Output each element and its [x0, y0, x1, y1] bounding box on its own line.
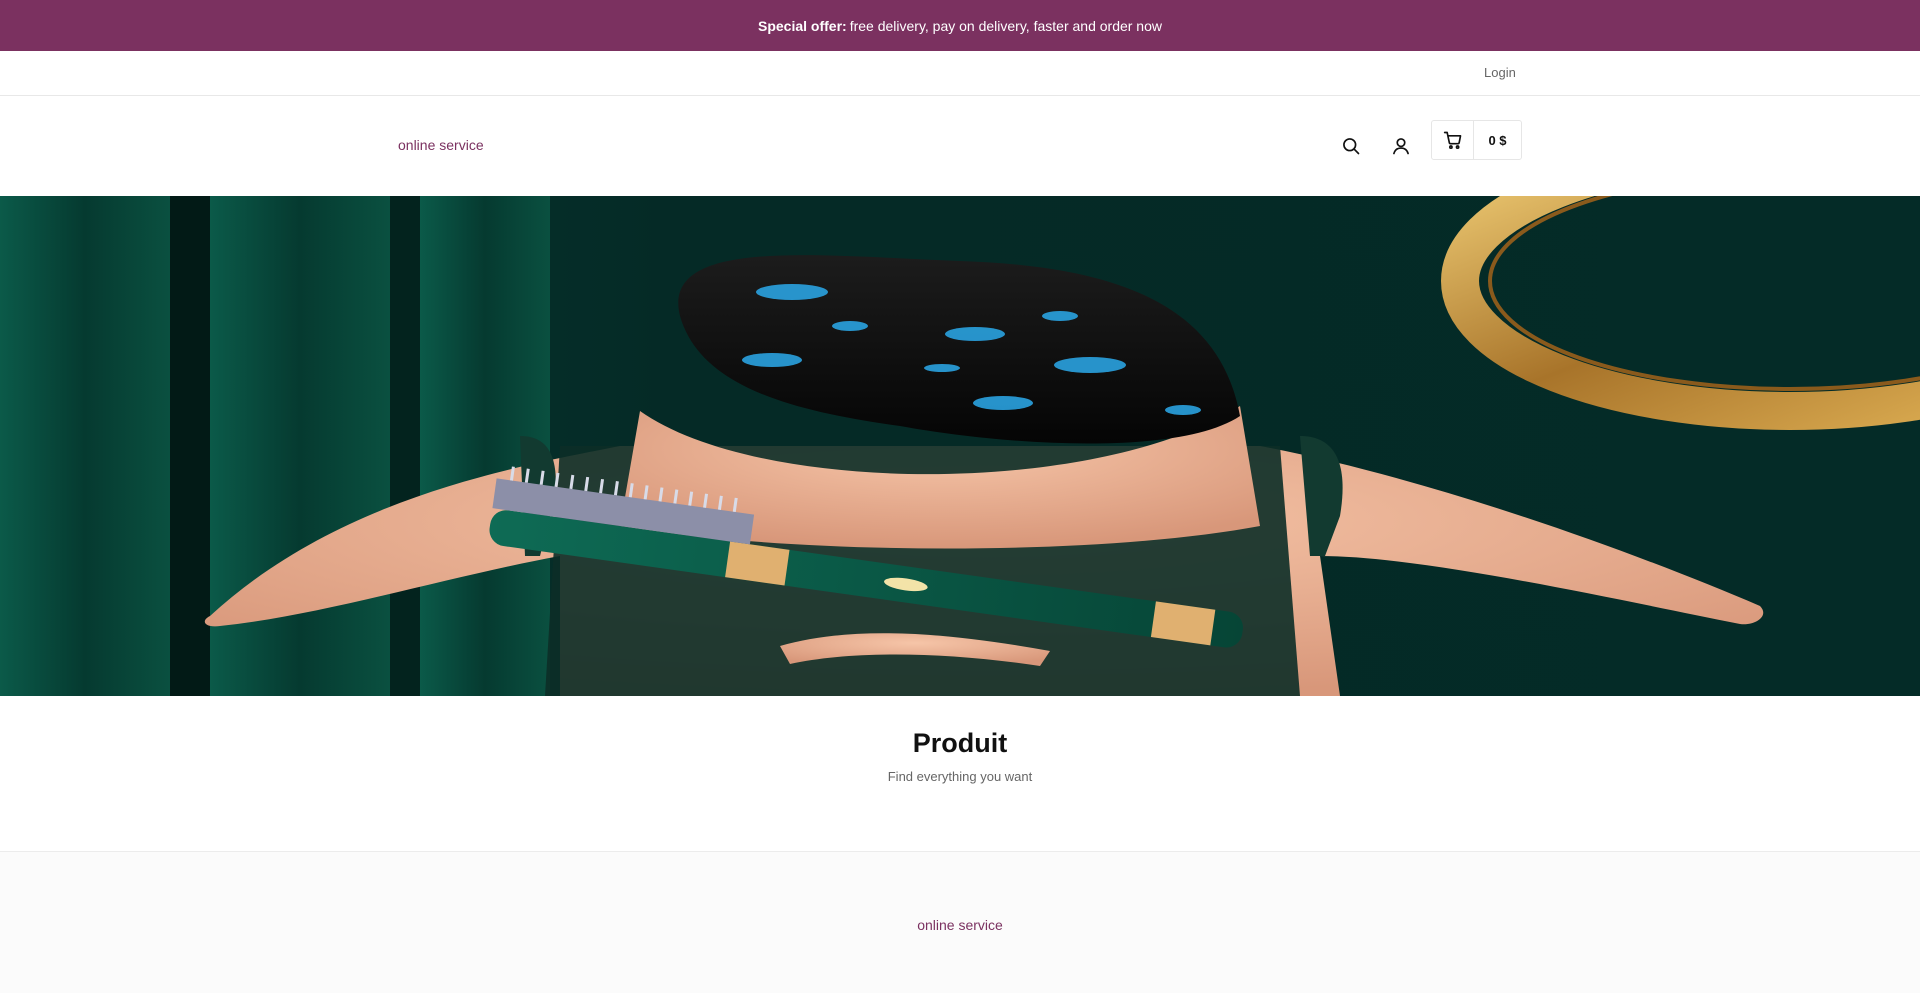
site-header: online service 0 $ — [0, 96, 1920, 196]
top-bar: Login — [0, 51, 1920, 96]
search-icon — [1343, 138, 1360, 155]
search-button[interactable] — [1333, 128, 1369, 164]
user-icon — [1393, 138, 1409, 155]
hero-image — [0, 196, 1920, 696]
hero-banner — [0, 196, 1920, 696]
announcement-text: free delivery, pay on delivery, faster a… — [849, 17, 1162, 34]
intro-section: Produit Find everything you want — [0, 696, 1920, 852]
login-link[interactable]: Login — [1484, 65, 1516, 80]
page-subtitle: Find everything you want — [887, 769, 1033, 784]
announcement-bold-text: Special offer: — [757, 17, 847, 34]
cart-icon — [1443, 131, 1461, 150]
brand-link[interactable]: online service — [398, 137, 484, 153]
cart-icon-wrap — [1432, 121, 1474, 159]
site-footer: online service — [0, 852, 1920, 993]
announcement-bar: Special offer: free delivery, pay on del… — [0, 0, 1920, 51]
footer-brand-link[interactable]: online service — [917, 917, 1003, 933]
cart-total: 0 $ — [1488, 132, 1507, 148]
page-title: Produit — [912, 728, 1008, 758]
cart-button[interactable]: 0 $ — [1431, 120, 1522, 160]
account-button[interactable] — [1383, 128, 1419, 164]
